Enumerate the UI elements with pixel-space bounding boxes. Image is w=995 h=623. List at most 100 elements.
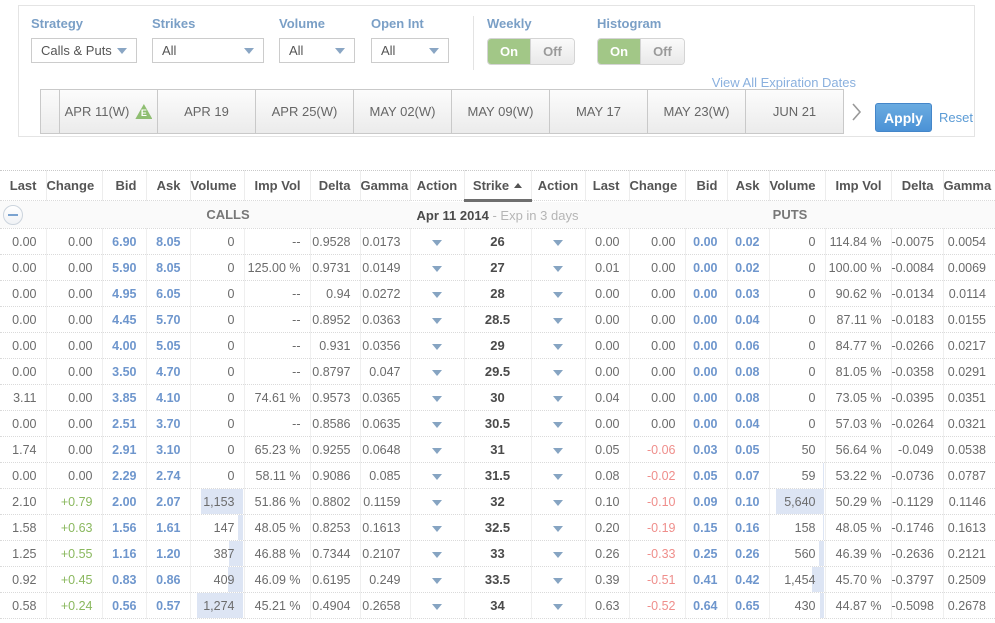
put-bid[interactable]: 0.00: [685, 281, 727, 307]
put-ask[interactable]: 0.04: [727, 307, 769, 333]
call-action-dropdown[interactable]: [410, 281, 464, 307]
put-ask[interactable]: 0.65: [727, 593, 769, 619]
call-bid[interactable]: 2.51: [102, 411, 146, 437]
put-action-dropdown[interactable]: [531, 463, 585, 489]
call-action-dropdown[interactable]: [410, 385, 464, 411]
put-ask[interactable]: 0.10: [727, 489, 769, 515]
volume-select[interactable]: All: [279, 38, 355, 63]
column-header-change[interactable]: Change: [46, 171, 102, 201]
put-ask[interactable]: 0.03: [727, 281, 769, 307]
expiration-tab[interactable]: APR 11(W)E: [59, 89, 158, 134]
call-bid[interactable]: 3.85: [102, 385, 146, 411]
column-header-bid[interactable]: Bid: [685, 171, 727, 201]
expiration-tab[interactable]: MAY 09(W): [451, 89, 550, 134]
call-action-dropdown[interactable]: [410, 541, 464, 567]
call-bid[interactable]: 1.16: [102, 541, 146, 567]
call-action-dropdown[interactable]: [410, 489, 464, 515]
put-action-dropdown[interactable]: [531, 359, 585, 385]
apply-button[interactable]: Apply: [875, 103, 932, 132]
put-action-dropdown[interactable]: [531, 567, 585, 593]
call-bid[interactable]: 4.95: [102, 281, 146, 307]
call-ask[interactable]: 2.07: [146, 489, 190, 515]
call-bid[interactable]: 2.29: [102, 463, 146, 489]
call-bid[interactable]: 4.45: [102, 307, 146, 333]
call-action-dropdown[interactable]: [410, 255, 464, 281]
call-ask[interactable]: 4.10: [146, 385, 190, 411]
put-action-dropdown[interactable]: [531, 489, 585, 515]
call-ask[interactable]: 5.05: [146, 333, 190, 359]
expiration-tab[interactable]: MAY 23(W): [647, 89, 746, 134]
put-ask[interactable]: 0.02: [727, 255, 769, 281]
put-bid[interactable]: 0.25: [685, 541, 727, 567]
histogram-off-button[interactable]: Off: [641, 39, 684, 64]
put-ask[interactable]: 0.26: [727, 541, 769, 567]
call-bid[interactable]: 0.56: [102, 593, 146, 619]
call-action-dropdown[interactable]: [410, 359, 464, 385]
put-action-dropdown[interactable]: [531, 333, 585, 359]
put-bid[interactable]: 0.00: [685, 333, 727, 359]
call-bid[interactable]: 4.00: [102, 333, 146, 359]
put-ask[interactable]: 0.02: [727, 229, 769, 255]
call-ask[interactable]: 5.70: [146, 307, 190, 333]
expiration-tab[interactable]: APR 25(W): [255, 89, 354, 134]
column-header-change[interactable]: Change: [629, 171, 685, 201]
put-action-dropdown[interactable]: [531, 593, 585, 619]
column-header-last[interactable]: Last: [585, 171, 629, 201]
put-action-dropdown[interactable]: [531, 515, 585, 541]
put-bid[interactable]: 0.00: [685, 411, 727, 437]
call-bid[interactable]: 2.00: [102, 489, 146, 515]
call-ask[interactable]: 0.86: [146, 567, 190, 593]
strategy-select[interactable]: Calls & Puts: [31, 38, 137, 63]
column-header-imp-vol[interactable]: Imp Vol: [244, 171, 310, 201]
call-bid[interactable]: 3.50: [102, 359, 146, 385]
put-ask[interactable]: 0.08: [727, 359, 769, 385]
column-header-volume[interactable]: Volume: [769, 171, 825, 201]
call-ask[interactable]: 4.70: [146, 359, 190, 385]
put-ask[interactable]: 0.04: [727, 411, 769, 437]
call-ask[interactable]: 8.05: [146, 255, 190, 281]
strikes-select[interactable]: All: [152, 38, 264, 63]
put-action-dropdown[interactable]: [531, 229, 585, 255]
expiration-tab[interactable]: MAY 02(W): [353, 89, 452, 134]
weekly-off-button[interactable]: Off: [531, 39, 574, 64]
collapse-section-button[interactable]: [3, 205, 23, 225]
put-action-dropdown[interactable]: [531, 255, 585, 281]
put-ask[interactable]: 0.08: [727, 385, 769, 411]
column-header-action[interactable]: Action: [531, 171, 585, 201]
put-ask[interactable]: 0.42: [727, 567, 769, 593]
put-bid[interactable]: 0.41: [685, 567, 727, 593]
call-action-dropdown[interactable]: [410, 437, 464, 463]
expiration-tab[interactable]: JUN 21: [745, 89, 844, 134]
put-bid[interactable]: 0.00: [685, 307, 727, 333]
call-action-dropdown[interactable]: [410, 229, 464, 255]
column-header-volume[interactable]: Volume: [190, 171, 244, 201]
put-action-dropdown[interactable]: [531, 437, 585, 463]
put-bid[interactable]: 0.09: [685, 489, 727, 515]
column-header-strike[interactable]: Strike: [464, 171, 531, 201]
call-ask[interactable]: 0.57: [146, 593, 190, 619]
open-int-select[interactable]: All: [371, 38, 449, 63]
call-ask[interactable]: 2.74: [146, 463, 190, 489]
column-header-delta[interactable]: Delta: [891, 171, 943, 201]
call-ask[interactable]: 1.20: [146, 541, 190, 567]
put-ask[interactable]: 0.07: [727, 463, 769, 489]
put-ask[interactable]: 0.05: [727, 437, 769, 463]
call-bid[interactable]: 5.90: [102, 255, 146, 281]
call-bid[interactable]: 6.90: [102, 229, 146, 255]
column-header-delta[interactable]: Delta: [310, 171, 360, 201]
put-action-dropdown[interactable]: [531, 385, 585, 411]
column-header-bid[interactable]: Bid: [102, 171, 146, 201]
put-bid[interactable]: 0.05: [685, 463, 727, 489]
column-header-imp-vol[interactable]: Imp Vol: [825, 171, 891, 201]
call-action-dropdown[interactable]: [410, 411, 464, 437]
call-ask[interactable]: 1.61: [146, 515, 190, 541]
expiration-tab[interactable]: MAY 17: [549, 89, 648, 134]
put-bid[interactable]: 0.00: [685, 385, 727, 411]
put-bid[interactable]: 0.00: [685, 255, 727, 281]
column-header-ask[interactable]: Ask: [727, 171, 769, 201]
call-action-dropdown[interactable]: [410, 463, 464, 489]
expiration-tab[interactable]: APR 19: [157, 89, 256, 134]
call-bid[interactable]: 1.56: [102, 515, 146, 541]
reset-link[interactable]: Reset: [939, 110, 973, 125]
next-expirations-button[interactable]: [844, 89, 862, 134]
